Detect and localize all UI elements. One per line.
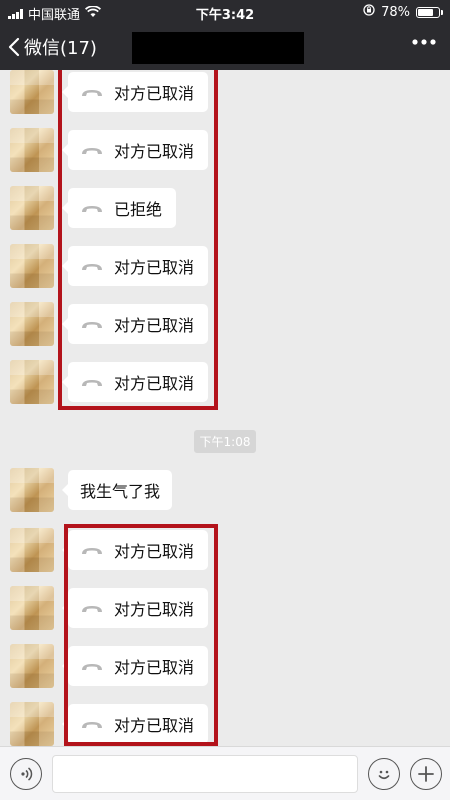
contact-avatar[interactable] (10, 586, 54, 630)
message-row: 对方已取消 (0, 244, 450, 302)
call-bubble[interactable]: 对方已取消 (62, 246, 208, 286)
contact-avatar[interactable] (10, 468, 54, 512)
call-status-text: 对方已取消 (114, 658, 195, 677)
orientation-lock-icon (363, 4, 375, 20)
nav-bar: 微信(17) (0, 24, 450, 70)
contact-avatar[interactable] (10, 244, 54, 288)
back-button[interactable]: 微信(17) (8, 34, 97, 60)
call-status-text: 对方已取消 (114, 258, 195, 277)
message-row: 对方已取消 (0, 528, 450, 586)
call-bubble[interactable]: 对方已取消 (62, 704, 208, 744)
phone-hangup-icon (80, 259, 104, 273)
back-label: 微信(17) (24, 38, 97, 59)
call-status-text: 对方已取消 (114, 600, 195, 619)
plus-button[interactable] (410, 758, 442, 790)
phone-hangup-icon (80, 543, 104, 557)
message-text: 我生气了我 (80, 482, 161, 501)
phone-hangup-icon (80, 201, 104, 215)
call-bubble[interactable]: 对方已取消 (62, 72, 208, 112)
voice-button[interactable] (10, 758, 42, 790)
time-divider: 下午1:08 (0, 430, 450, 453)
call-status-text: 对方已取消 (114, 316, 195, 335)
call-bubble[interactable]: 对方已取消 (62, 646, 208, 686)
battery-icon (416, 6, 443, 18)
call-bubble[interactable]: 对方已取消 (62, 130, 208, 170)
more-dots-icon (412, 39, 436, 45)
contact-avatar[interactable] (10, 360, 54, 404)
call-status-text: 对方已取消 (114, 374, 195, 393)
input-bar (0, 746, 450, 800)
call-bubble[interactable]: 对方已取消 (62, 304, 208, 344)
contact-avatar[interactable] (10, 128, 54, 172)
status-right: 78% (363, 4, 443, 20)
phone-hangup-icon (80, 375, 104, 389)
phone-hangup-icon (80, 143, 104, 157)
contact-avatar[interactable] (10, 644, 54, 688)
contact-avatar[interactable] (10, 528, 54, 572)
message-row: 对方已取消 (0, 702, 450, 746)
phone-hangup-icon (80, 601, 104, 615)
emoji-button[interactable] (368, 758, 400, 790)
call-bubble[interactable]: 对方已取消 (62, 530, 208, 570)
message-row: 已拒绝 (0, 186, 450, 244)
call-bubble[interactable]: 对方已取消 (62, 588, 208, 628)
contact-avatar[interactable] (10, 302, 54, 346)
contact-avatar[interactable] (10, 702, 54, 746)
chevron-left-icon (8, 37, 20, 57)
phone-hangup-icon (80, 317, 104, 331)
message-row: 对方已取消 (0, 128, 450, 186)
redacted-title (132, 32, 304, 64)
contact-avatar[interactable] (10, 186, 54, 230)
message-input[interactable] (52, 755, 358, 793)
call-status-text: 对方已取消 (114, 542, 195, 561)
plus-icon (411, 764, 441, 784)
more-button[interactable] (412, 39, 436, 45)
text-bubble[interactable]: 我生气了我 (61, 470, 173, 510)
message-row: 对方已取消 (0, 360, 450, 418)
voice-icon (11, 765, 41, 783)
call-status-text: 对方已取消 (114, 142, 195, 161)
call-bubble[interactable]: 对方已取消 (62, 362, 208, 402)
emoji-icon (369, 764, 399, 784)
battery-percent: 78% (381, 4, 410, 20)
phone-hangup-icon (80, 85, 104, 99)
chat-area[interactable]: 对方已取消 对方已取消 已拒绝 对方已取消 对方已取消 对方已取消 下午1:08… (0, 70, 450, 746)
message-row: 对方已取消 (0, 586, 450, 644)
call-status-text: 已拒绝 (114, 200, 163, 219)
phone-hangup-icon (80, 659, 104, 673)
message-row: 我生气了我 (0, 468, 450, 526)
contact-avatar[interactable] (10, 70, 54, 114)
message-row: 对方已取消 (0, 644, 450, 702)
message-row: 对方已取消 (0, 70, 450, 128)
message-row: 对方已取消 (0, 302, 450, 360)
call-status-text: 对方已取消 (114, 84, 195, 103)
call-bubble[interactable]: 已拒绝 (62, 188, 176, 228)
top-bar: 中国联通 下午3:42 78% 微信(17) (0, 0, 450, 70)
call-status-text: 对方已取消 (114, 716, 195, 735)
timestamp-label: 下午1:08 (193, 430, 257, 453)
phone-hangup-icon (80, 717, 104, 731)
status-bar: 中国联通 下午3:42 78% (0, 0, 450, 24)
